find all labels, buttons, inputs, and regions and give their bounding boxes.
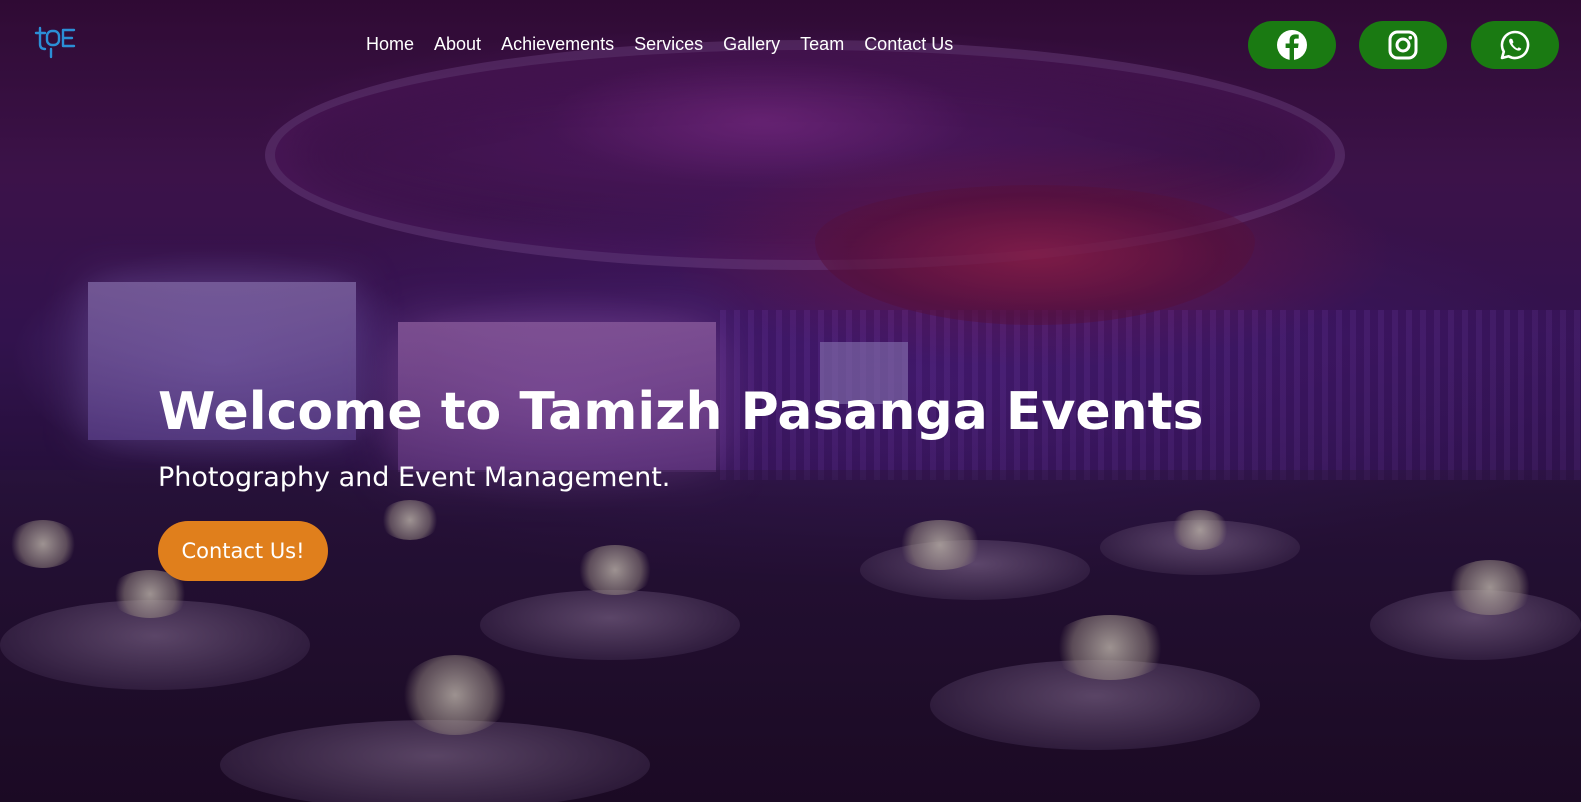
logo[interactable] xyxy=(34,22,78,60)
logo-icon xyxy=(34,26,76,59)
facebook-button[interactable] xyxy=(1248,21,1336,69)
nav-link-about[interactable]: About xyxy=(434,34,481,55)
hero-section: Home About Achievements Services Gallery… xyxy=(0,0,1581,802)
whatsapp-button[interactable] xyxy=(1471,21,1559,69)
hero-title: Welcome to Tamizh Pasanga Events xyxy=(158,382,1204,442)
nav-link-achievements[interactable]: Achievements xyxy=(501,34,614,55)
nav-links: Home About Achievements Services Gallery… xyxy=(366,34,953,55)
navbar: Home About Achievements Services Gallery… xyxy=(0,0,1581,92)
contact-us-button[interactable]: Contact Us! xyxy=(158,521,328,581)
nav-link-gallery[interactable]: Gallery xyxy=(723,34,780,55)
instagram-icon xyxy=(1388,30,1418,60)
nav-link-team[interactable]: Team xyxy=(800,34,844,55)
facebook-icon xyxy=(1277,30,1307,60)
hero-subtitle: Photography and Event Management. xyxy=(158,462,671,493)
nav-link-contact-us[interactable]: Contact Us xyxy=(864,34,953,55)
instagram-button[interactable] xyxy=(1359,21,1447,69)
nav-link-services[interactable]: Services xyxy=(634,34,703,55)
nav-link-home[interactable]: Home xyxy=(366,34,414,55)
whatsapp-icon xyxy=(1500,30,1530,60)
